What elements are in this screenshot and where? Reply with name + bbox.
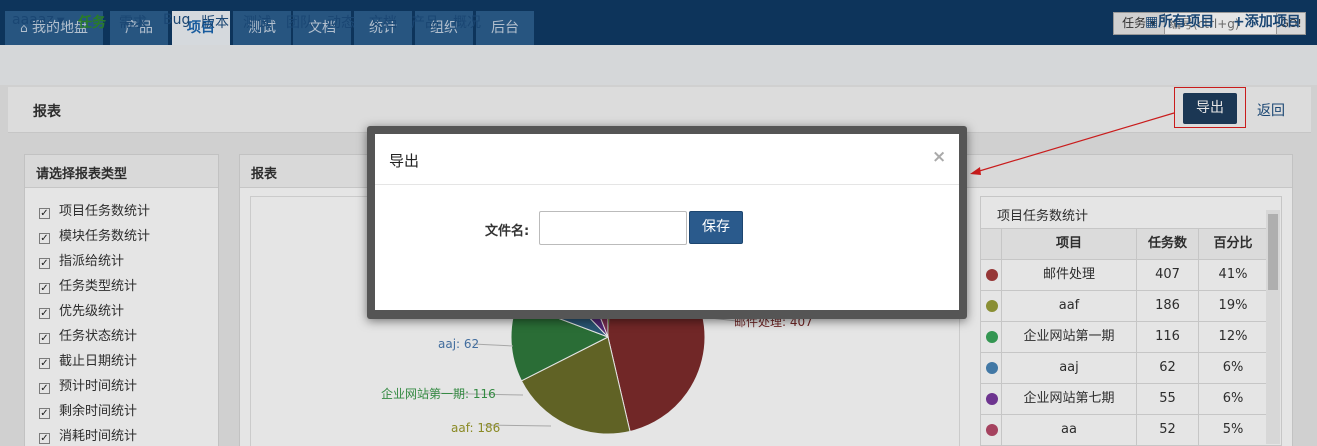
- close-icon[interactable]: ×: [932, 147, 946, 167]
- export-dialog: 导出 × 文件名: 保存: [375, 134, 959, 310]
- dialog-title: 导出: [389, 152, 420, 170]
- save-button[interactable]: 保存: [689, 211, 743, 244]
- file-name-label: 文件名:: [485, 224, 530, 239]
- dialog-divider: [375, 184, 959, 185]
- file-name-input[interactable]: [539, 211, 687, 245]
